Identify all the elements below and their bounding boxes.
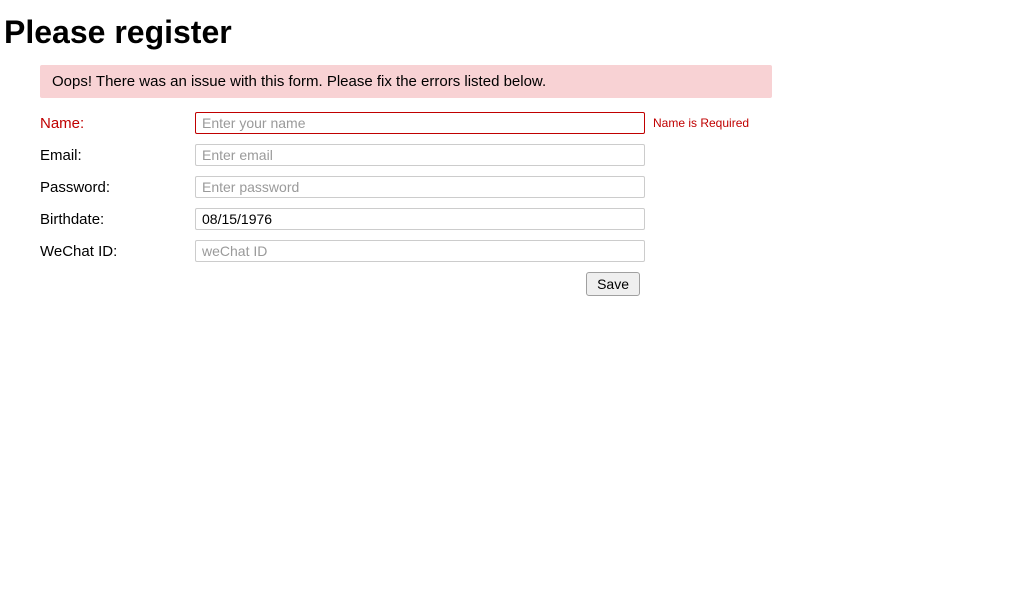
name-input[interactable] bbox=[195, 112, 645, 134]
email-row: Email: bbox=[40, 144, 772, 166]
register-form: Oops! There was an issue with this form.… bbox=[40, 65, 772, 296]
name-error-msg: Name is Required bbox=[653, 116, 749, 130]
birthdate-input[interactable] bbox=[195, 208, 645, 230]
wechat-row: WeChat ID: bbox=[40, 240, 772, 262]
email-label: Email: bbox=[40, 147, 195, 164]
page-title: Please register bbox=[4, 14, 1023, 51]
birthdate-row: Birthdate: bbox=[40, 208, 772, 230]
password-input[interactable] bbox=[195, 176, 645, 198]
wechat-label: WeChat ID: bbox=[40, 243, 195, 260]
error-alert: Oops! There was an issue with this form.… bbox=[40, 65, 772, 98]
name-row: Name: Name is Required bbox=[40, 112, 772, 134]
name-label: Name: bbox=[40, 115, 195, 132]
email-input[interactable] bbox=[195, 144, 645, 166]
save-button[interactable]: Save bbox=[586, 272, 640, 296]
birthdate-label: Birthdate: bbox=[40, 211, 195, 228]
button-row: Save bbox=[40, 272, 640, 296]
password-label: Password: bbox=[40, 179, 195, 196]
wechat-input[interactable] bbox=[195, 240, 645, 262]
password-row: Password: bbox=[40, 176, 772, 198]
